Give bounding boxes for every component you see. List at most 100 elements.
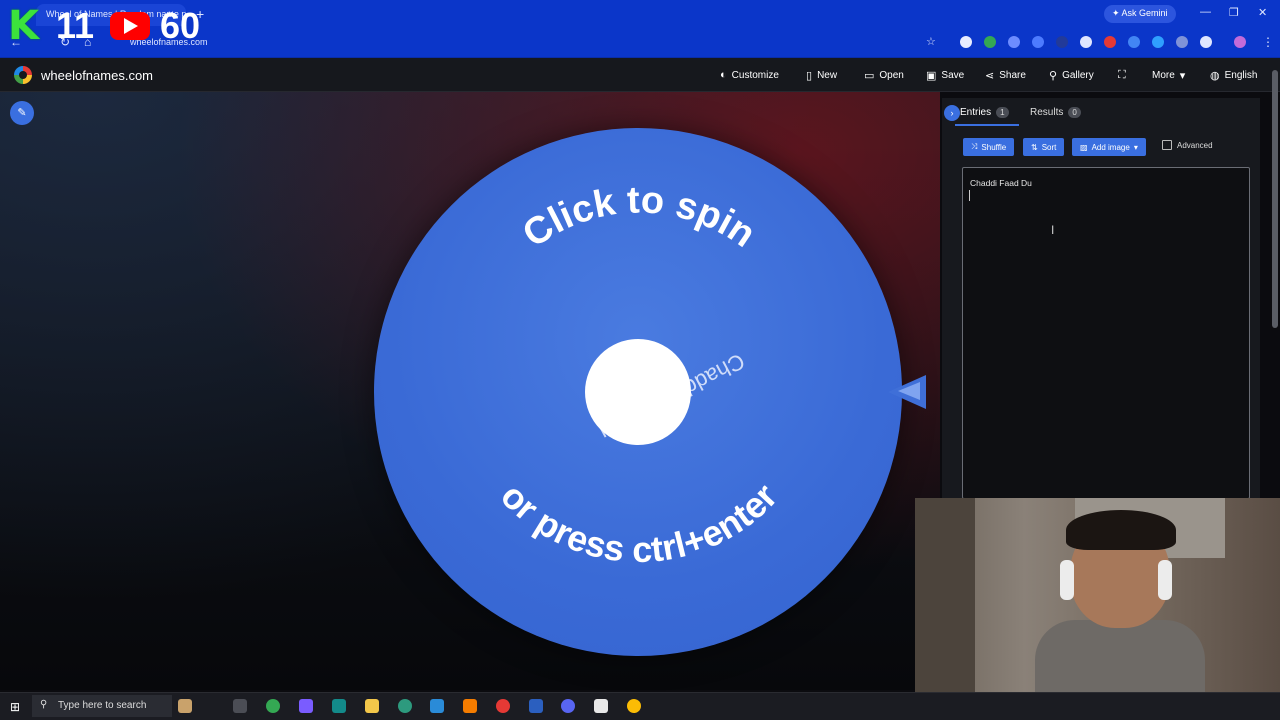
customize-button[interactable]: ◐ Customize xyxy=(720,67,779,83)
chevron-down-icon: ▾ xyxy=(1133,142,1138,152)
extension-icon[interactable] xyxy=(1008,36,1020,48)
tab-results[interactable]: Results 0 xyxy=(1030,107,1081,118)
bookmark-star-icon[interactable]: ☆ xyxy=(926,35,936,48)
browser-menu-icon[interactable]: ⋮ xyxy=(1262,35,1274,49)
page-scrollbar[interactable] xyxy=(1272,70,1278,328)
file-icon: ▯ xyxy=(806,69,813,82)
youtube-play-icon xyxy=(124,18,138,34)
globe-icon: ◍ xyxy=(1210,69,1220,82)
ask-gemini-button[interactable]: ✦ Ask Gemini xyxy=(1104,5,1176,23)
fullscreen-button[interactable]: ⛶ xyxy=(1118,67,1126,83)
save-button[interactable]: ▣ Save xyxy=(926,67,964,83)
restore-icon[interactable]: ❐ xyxy=(1229,6,1239,19)
chrome-icon[interactable] xyxy=(266,699,280,713)
vlc-icon[interactable] xyxy=(463,699,477,713)
language-label: English xyxy=(1224,69,1258,81)
more-label: More xyxy=(1152,69,1175,81)
headset-icon xyxy=(1158,560,1172,600)
gallery-button[interactable]: ⚲ Gallery xyxy=(1049,67,1094,83)
fullscreen-icon: ⛶ xyxy=(1118,68,1126,81)
steam-icon[interactable] xyxy=(430,699,444,713)
site-logo-icon[interactable] xyxy=(14,66,32,84)
profile-avatar-icon[interactable] xyxy=(1234,36,1246,48)
new-button[interactable]: ▯ New xyxy=(806,67,837,83)
shuffle-button[interactable]: ⤨ Shuffle xyxy=(963,138,1015,156)
ask-gemini-label: Ask Gemini xyxy=(1121,8,1168,18)
chrome-active-icon[interactable] xyxy=(627,699,641,713)
share-button[interactable]: ⋖ Share xyxy=(985,67,1026,83)
extension-icon[interactable] xyxy=(1080,36,1092,48)
extension-icon[interactable] xyxy=(984,36,996,48)
advanced-label: Advanced xyxy=(1177,140,1213,150)
word-icon[interactable] xyxy=(529,699,543,713)
app-icon[interactable] xyxy=(594,699,608,713)
active-tab-indicator xyxy=(955,124,1019,126)
extension-icon[interactable] xyxy=(1104,36,1116,48)
taskbar-search-placeholder: Type here to search xyxy=(58,700,147,711)
address-bar[interactable]: wheelofnames.com xyxy=(112,34,912,52)
close-window-icon[interactable]: ✕ xyxy=(1258,6,1267,19)
windows-start-icon[interactable]: ⊞ xyxy=(10,700,20,714)
shuffle-icon: ⤨ xyxy=(971,142,978,151)
tab-entries[interactable]: Entries 1 xyxy=(960,107,1009,118)
sort-label: Sort xyxy=(1041,142,1057,152)
results-count-badge: 0 xyxy=(1068,107,1081,118)
shuffle-label: Shuffle xyxy=(981,142,1007,152)
search-icon: ⚲ xyxy=(1049,69,1058,82)
new-label: New xyxy=(817,69,838,81)
copilot-icon[interactable] xyxy=(299,699,313,713)
share-label: Share xyxy=(999,69,1026,81)
app-icon[interactable] xyxy=(398,699,412,713)
file-explorer-icon[interactable] xyxy=(365,699,379,713)
collapse-panel-chevron-icon[interactable]: › xyxy=(944,105,960,121)
chevron-down-icon: ▾ xyxy=(1179,69,1186,82)
channel-logo: K xyxy=(8,3,39,49)
search-icon: ⚲ xyxy=(40,699,48,710)
weather-widget-icon[interactable] xyxy=(178,699,192,713)
extension-icon[interactable] xyxy=(960,36,972,48)
language-button[interactable]: ◍ English xyxy=(1210,67,1257,83)
open-label: Open xyxy=(879,69,904,81)
entries-count-badge: 1 xyxy=(996,107,1009,118)
overlay-number-right: 60 xyxy=(160,5,201,46)
entries-textarea[interactable]: Chaddi Faad Du xyxy=(962,167,1250,499)
sort-button[interactable]: ⇅ Sort xyxy=(1023,138,1065,156)
more-button[interactable]: More ▾ xyxy=(1152,67,1185,83)
advanced-checkbox[interactable]: Advanced xyxy=(1162,140,1213,150)
task-view-icon[interactable] xyxy=(233,699,247,713)
share-icon: ⋖ xyxy=(985,69,995,82)
discord-icon[interactable] xyxy=(561,699,575,713)
webcam-person-hair xyxy=(1066,510,1176,550)
taskbar-search-input[interactable]: Type here to search xyxy=(32,695,172,717)
checkbox-box[interactable] xyxy=(1162,140,1172,150)
image-icon: ▨ xyxy=(1080,142,1088,152)
gallery-label: Gallery xyxy=(1062,69,1094,81)
webcam-person-body xyxy=(1035,620,1205,700)
extension-icon[interactable] xyxy=(1128,36,1140,48)
opera-icon[interactable] xyxy=(496,699,510,713)
wheel-center-hub[interactable] xyxy=(585,339,691,445)
palette-icon: ◐ xyxy=(720,69,727,81)
extension-icon[interactable] xyxy=(1056,36,1068,48)
site-name[interactable]: wheelofnames.com xyxy=(41,68,153,83)
extension-icon[interactable] xyxy=(1032,36,1044,48)
webcam-background-door xyxy=(915,498,975,698)
customize-label: Customize xyxy=(731,69,779,81)
press-ctrl-enter-text: or press ctrl+enter xyxy=(493,475,785,570)
sort-icon: ⇅ xyxy=(1031,142,1038,152)
minimize-icon[interactable]: — xyxy=(1200,6,1211,18)
add-image-button[interactable]: ▨ Add image ▾ xyxy=(1072,138,1146,156)
extensions-puzzle-icon[interactable] xyxy=(1200,36,1212,48)
click-to-spin-text: Click to spin xyxy=(516,179,763,256)
extension-icon[interactable] xyxy=(1176,36,1188,48)
folder-icon: ▭ xyxy=(864,69,875,82)
overlay-number-left: 11 xyxy=(56,5,95,46)
extension-icon[interactable] xyxy=(1152,36,1164,48)
open-button[interactable]: ▭ Open xyxy=(864,67,904,83)
ibeam-cursor-icon: I xyxy=(1051,223,1055,237)
tab-entries-label: Entries xyxy=(960,107,992,118)
app-icon[interactable] xyxy=(332,699,346,713)
save-label: Save xyxy=(941,69,965,81)
edit-pencil-icon[interactable]: ✎ xyxy=(10,101,34,125)
add-image-label: Add image xyxy=(1091,142,1130,152)
